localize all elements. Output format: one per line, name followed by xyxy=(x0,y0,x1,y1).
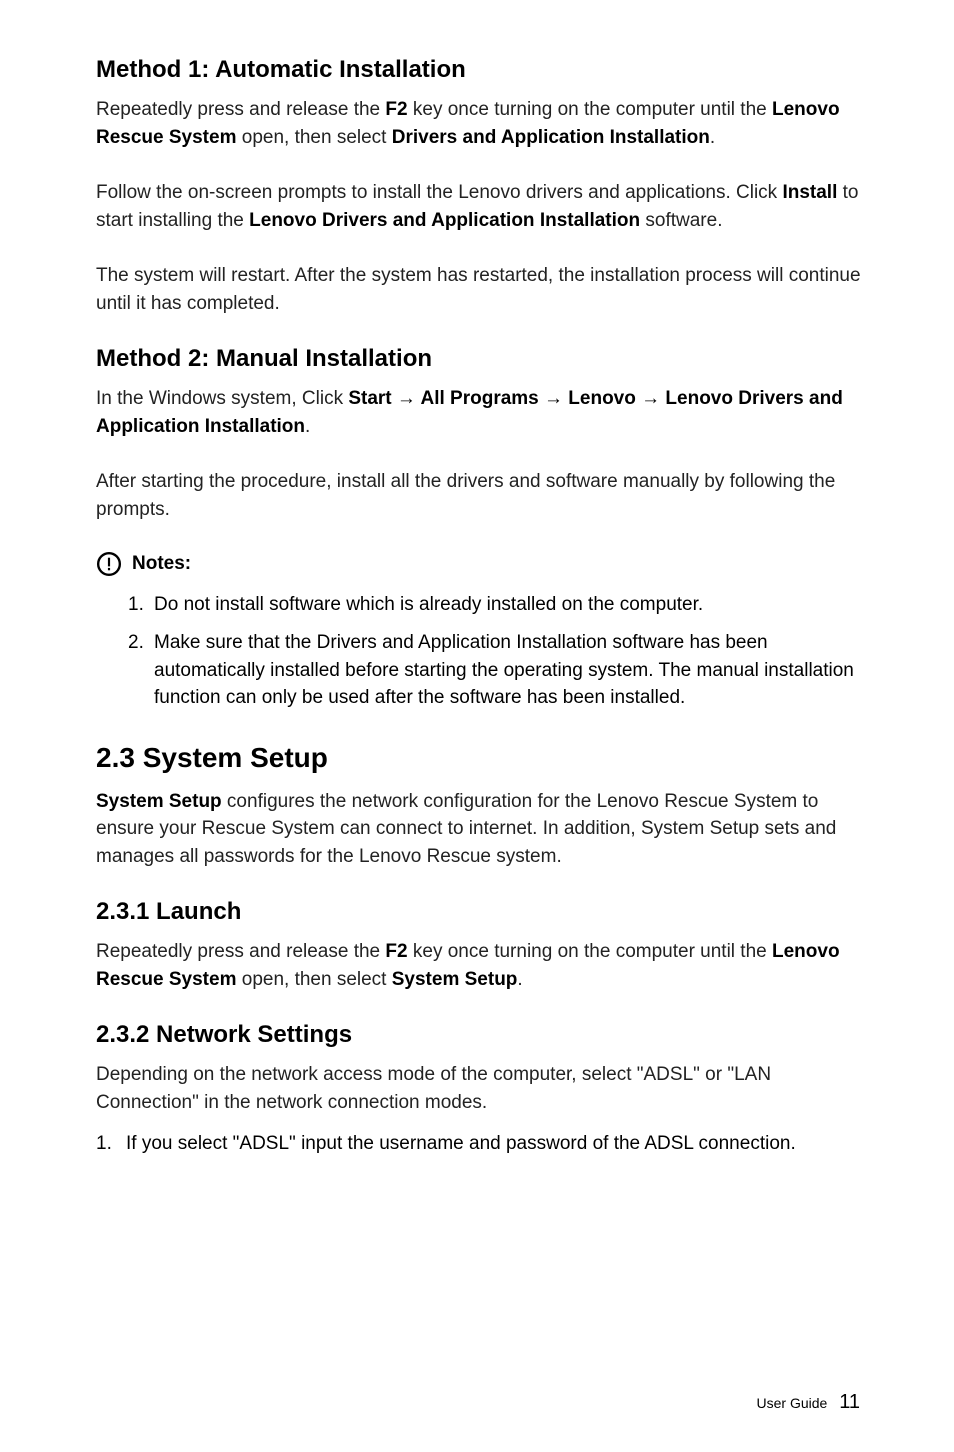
text: key once turning on the computer until t… xyxy=(408,99,772,120)
list-text: If you select "ADSL" input the username … xyxy=(126,1130,796,1158)
text: . xyxy=(305,416,310,437)
list-number: 1. xyxy=(96,1130,126,1158)
method1-p2: Follow the on-screen prompts to install … xyxy=(96,179,864,234)
system-setup-label: System Setup xyxy=(96,791,222,812)
text: . xyxy=(710,127,715,148)
list-number: 2. xyxy=(128,629,154,712)
text: Repeatedly press and release the xyxy=(96,941,385,962)
method2-p1: In the Windows system, Click Start → All… xyxy=(96,385,864,440)
list-text: Make sure that the Drivers and Applicati… xyxy=(154,629,864,712)
section-2-3-2-heading: 2.3.2 Network Settings xyxy=(96,1021,864,1049)
section-2-3-heading: 2.3 System Setup xyxy=(96,742,864,774)
notes-header: Notes: xyxy=(96,551,864,577)
footer-label: User Guide xyxy=(757,1395,828,1411)
section-2-3-2-p1: Depending on the network access mode of … xyxy=(96,1061,864,1116)
text: open, then select xyxy=(236,127,391,148)
method2-heading: Method 2: Manual Installation xyxy=(96,345,864,373)
text: open, then select xyxy=(236,969,391,990)
list-item: 1. Do not install software which is alre… xyxy=(128,591,864,619)
text: key once turning on the computer until t… xyxy=(408,941,772,962)
f2-key: F2 xyxy=(385,941,407,962)
section-2-3-1-p1: Repeatedly press and release the F2 key … xyxy=(96,938,864,993)
method1-p3: The system will restart. After the syste… xyxy=(96,262,864,317)
text: Follow the on-screen prompts to install … xyxy=(96,182,782,203)
method1-p1: Repeatedly press and release the F2 key … xyxy=(96,96,864,151)
lenovo-drivers-app-install: Lenovo Drivers and Application Installat… xyxy=(249,210,640,231)
drivers-app-install: Drivers and Application Installation xyxy=(392,127,710,148)
section-2-3-p1: System Setup configures the network conf… xyxy=(96,788,864,871)
exclamation-circle-icon xyxy=(96,551,122,577)
f2-key: F2 xyxy=(385,99,407,120)
method2-p2: After starting the procedure, install al… xyxy=(96,468,864,523)
notes-label: Notes: xyxy=(132,553,191,575)
list-item: 2. Make sure that the Drivers and Applic… xyxy=(128,629,864,712)
notes-list: 1. Do not install software which is alre… xyxy=(96,591,864,711)
method1-heading: Method 1: Automatic Installation xyxy=(96,56,864,84)
install-label: Install xyxy=(782,182,837,203)
network-list: 1. If you select "ADSL" input the userna… xyxy=(96,1130,864,1158)
list-number: 1. xyxy=(128,591,154,619)
list-text: Do not install software which is already… xyxy=(154,591,703,619)
page-number: 11 xyxy=(839,1391,860,1413)
page-footer: User Guide 11 xyxy=(757,1391,860,1414)
text: software. xyxy=(640,210,722,231)
text: . xyxy=(517,969,522,990)
system-setup-select: System Setup xyxy=(392,969,518,990)
list-item: 1. If you select "ADSL" input the userna… xyxy=(96,1130,864,1158)
text: In the Windows system, Click xyxy=(96,388,348,409)
section-2-3-1-heading: 2.3.1 Launch xyxy=(96,898,864,926)
text: Repeatedly press and release the xyxy=(96,99,385,120)
